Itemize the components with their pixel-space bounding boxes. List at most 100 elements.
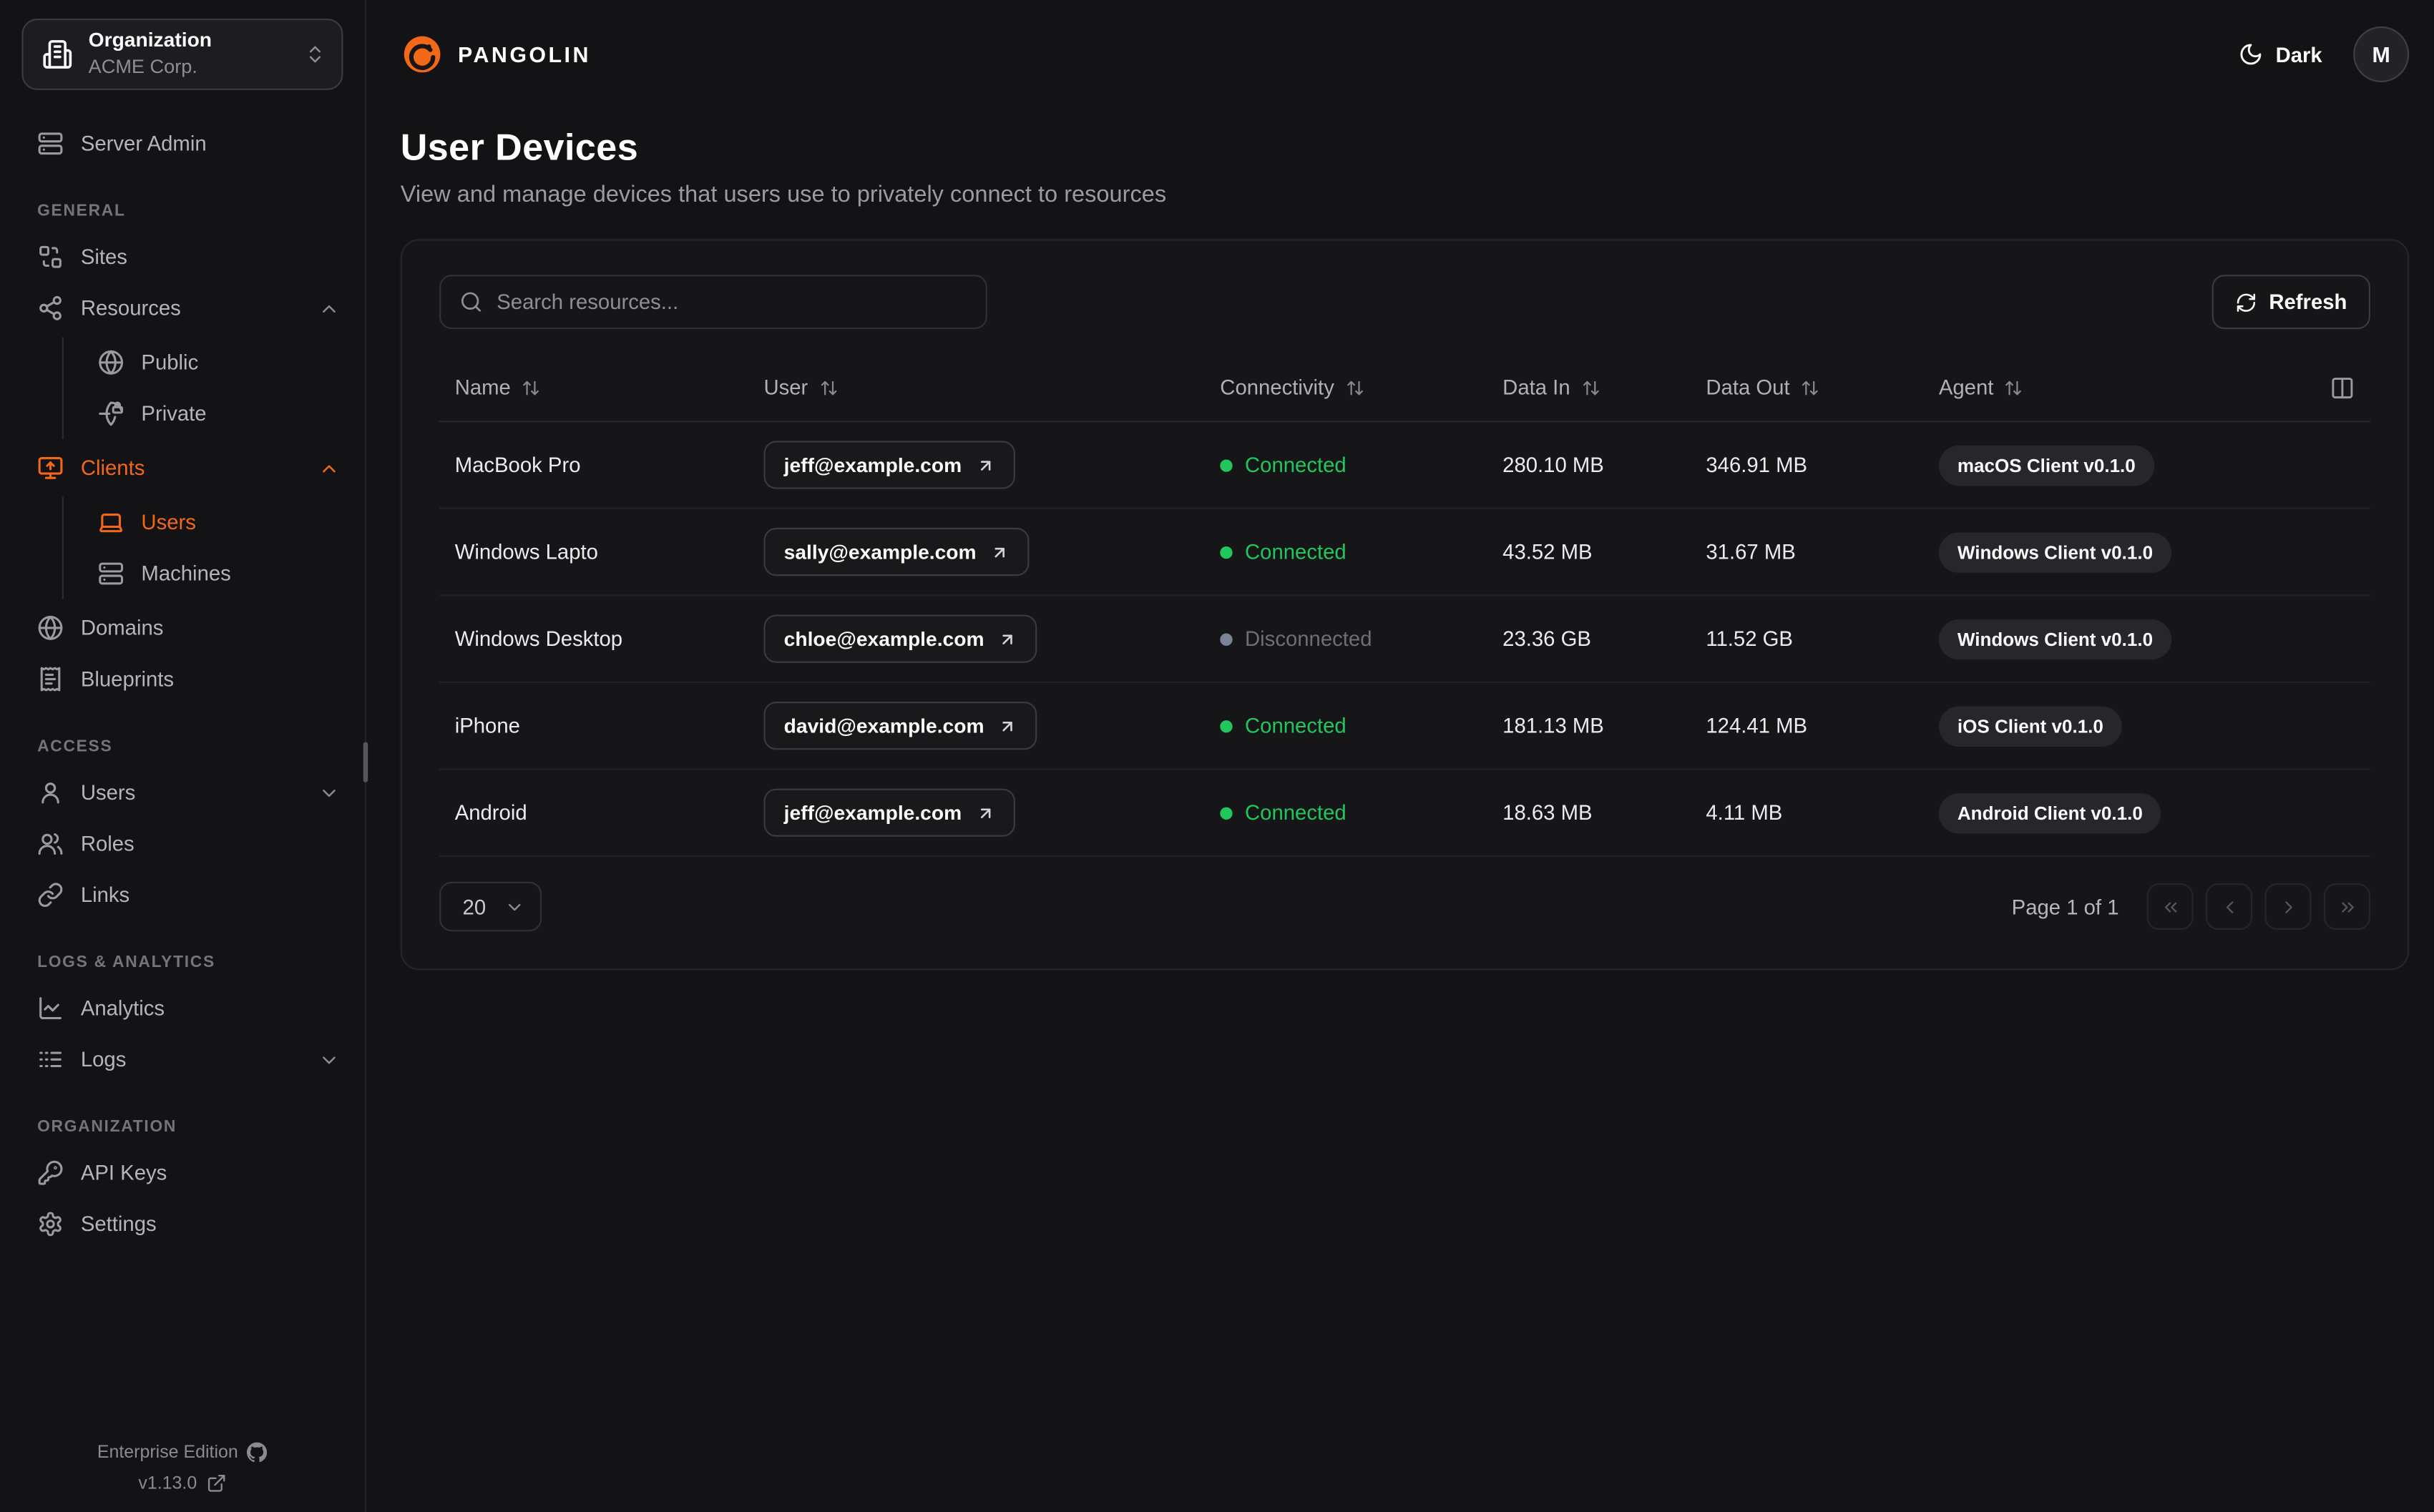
sort-icon (820, 380, 836, 395)
refresh-button[interactable]: Refresh (2211, 275, 2370, 330)
sidebar-item-domains[interactable]: Domains (0, 602, 365, 654)
column-header-agent[interactable]: Agent (1939, 375, 2370, 399)
column-header-data-in[interactable]: Data In (1502, 375, 1706, 399)
user-link-button[interactable]: jeff@example.com (763, 788, 1015, 837)
sidebar-item-label: Public (141, 350, 199, 375)
arrow-up-right-icon (980, 807, 990, 818)
key-icon (38, 1160, 63, 1185)
avatar[interactable]: M (2353, 26, 2410, 83)
arrow-up-right-icon (1002, 634, 1012, 644)
user-icon (41, 782, 59, 804)
next-page-button[interactable] (2264, 883, 2312, 931)
table-row: Windows Desktop chloe@example.com Discon… (439, 596, 2370, 683)
brand-logo[interactable]: PANGOLIN (401, 33, 591, 77)
sidebar-item-links[interactable]: Links (0, 869, 365, 921)
page-indicator: Page 1 of 1 (2011, 895, 2119, 918)
theme-label: Dark (2275, 42, 2322, 67)
page-header: User Devices View and manage devices tha… (366, 109, 2434, 208)
status-badge: Connected (1220, 714, 1502, 737)
agent-badge: Windows Client v0.1.0 (1938, 618, 2172, 659)
sidebar-item-label: Analytics (80, 996, 165, 1020)
data-out-value: 31.67 MB (1706, 540, 1796, 564)
sort-icon (1802, 380, 1818, 395)
chevron-up-icon (323, 304, 336, 312)
user-link-button[interactable]: jeff@example.com (763, 441, 1015, 489)
page-subtitle: View and manage devices that users use t… (400, 181, 1167, 208)
sidebar-item-sites[interactable]: Sites (0, 231, 365, 283)
brand-name: PANGOLIN (458, 41, 591, 67)
status-badge: Connected (1220, 453, 1502, 476)
agent-badge: macOS Client v0.1.0 (1938, 444, 2154, 486)
sidebar-item-label: Resources (80, 296, 181, 320)
topbar: PANGOLIN Dark M (366, 0, 2434, 109)
user-link-button[interactable]: david@example.com (763, 702, 1037, 750)
table-row: Windows Lapto sally@example.com Connecte… (439, 509, 2370, 597)
section-label-access: ACCESS (37, 737, 113, 756)
table-row: Android jeff@example.com Connected 18.63… (439, 770, 2370, 858)
chevron-down-icon (323, 1056, 336, 1064)
column-header-user[interactable]: User (763, 375, 1220, 399)
sidebar-item-clients[interactable]: Clients (0, 443, 365, 494)
sidebar-footer: Enterprise Edition v1.13.0 (0, 1442, 365, 1512)
sidebar-scrollbar-thumb[interactable] (363, 742, 368, 782)
share-nodes-icon (39, 295, 62, 320)
org-selector-label: Organization (88, 28, 212, 52)
table-header-row: Name User Connectivity Data In Data Out (439, 354, 2370, 423)
monitor-up-icon (38, 457, 63, 479)
data-in-value: 280.10 MB (1502, 453, 1604, 477)
data-out-value: 124.41 MB (1706, 714, 1808, 737)
sidebar-item-machines[interactable]: Machines (64, 548, 365, 599)
version-link[interactable]: v1.13.0 (138, 1473, 226, 1493)
prev-page-button[interactable] (2206, 883, 2253, 931)
sidebar-item-roles[interactable]: Roles (0, 818, 365, 870)
edition-link[interactable]: Enterprise Edition (97, 1442, 268, 1463)
sidebar-item-blueprints[interactable]: Blueprints (0, 654, 365, 705)
user-link-button[interactable]: sally@example.com (763, 527, 1030, 576)
last-page-button[interactable] (2323, 883, 2370, 931)
sidebar-item-private[interactable]: Private (64, 388, 365, 440)
column-header-name[interactable]: Name (439, 375, 763, 399)
data-in-value: 23.36 GB (1502, 627, 1591, 651)
sidebar-item-server-admin[interactable]: Server Admin (0, 118, 365, 170)
globe-icon (38, 616, 63, 640)
data-out-value: 346.91 MB (1706, 453, 1808, 477)
arrow-up-right-icon (980, 460, 990, 470)
column-header-data-out[interactable]: Data Out (1706, 375, 1938, 399)
first-page-button[interactable] (2146, 883, 2194, 931)
version-label: v1.13.0 (138, 1473, 197, 1493)
resources-subgroup: Public Private (62, 336, 365, 440)
sidebar-item-label: API Keys (80, 1161, 167, 1185)
sidebar-item-client-users[interactable]: Users (64, 497, 365, 549)
sites-icon (39, 245, 62, 268)
page-size-select[interactable]: 20 (439, 881, 542, 932)
org-selector[interactable]: Organization ACME Corp. (21, 19, 343, 90)
column-header-connectivity[interactable]: Connectivity (1220, 375, 1502, 399)
user-link-button[interactable]: chloe@example.com (763, 614, 1037, 663)
chevron-right-icon (2284, 900, 2292, 913)
columns-toggle-button[interactable] (2330, 375, 2355, 400)
sidebar-item-label: Blueprints (80, 667, 175, 691)
sort-icon (1346, 380, 1362, 395)
sidebar-item-analytics[interactable]: Analytics (0, 983, 365, 1034)
status-badge: Connected (1220, 540, 1502, 564)
theme-toggle[interactable]: Dark (2238, 42, 2322, 67)
sidebar-item-settings[interactable]: Settings (0, 1199, 365, 1250)
sidebar-item-label: Server Admin (80, 132, 207, 156)
device-name: Windows Desktop (454, 627, 623, 651)
sort-icon (1582, 380, 1598, 395)
chevron-up-icon (323, 464, 336, 472)
search-input[interactable] (497, 290, 967, 314)
sidebar-item-api-keys[interactable]: API Keys (0, 1147, 365, 1199)
edition-label: Enterprise Edition (97, 1443, 238, 1462)
sidebar-item-logs[interactable]: Logs (0, 1034, 365, 1085)
data-in-value: 181.13 MB (1502, 714, 1604, 737)
device-name: Windows Lapto (454, 540, 598, 564)
agent-badge: Android Client v0.1.0 (1938, 792, 2161, 833)
arrow-up-right-icon (1002, 720, 1012, 731)
sidebar-item-public[interactable]: Public (64, 337, 365, 388)
link-icon (38, 883, 63, 908)
sidebar-item-resources[interactable]: Resources (0, 283, 365, 334)
status-dot (1220, 719, 1233, 732)
sidebar-item-users[interactable]: Users (0, 767, 365, 818)
arrow-up-right-icon (994, 546, 1005, 557)
